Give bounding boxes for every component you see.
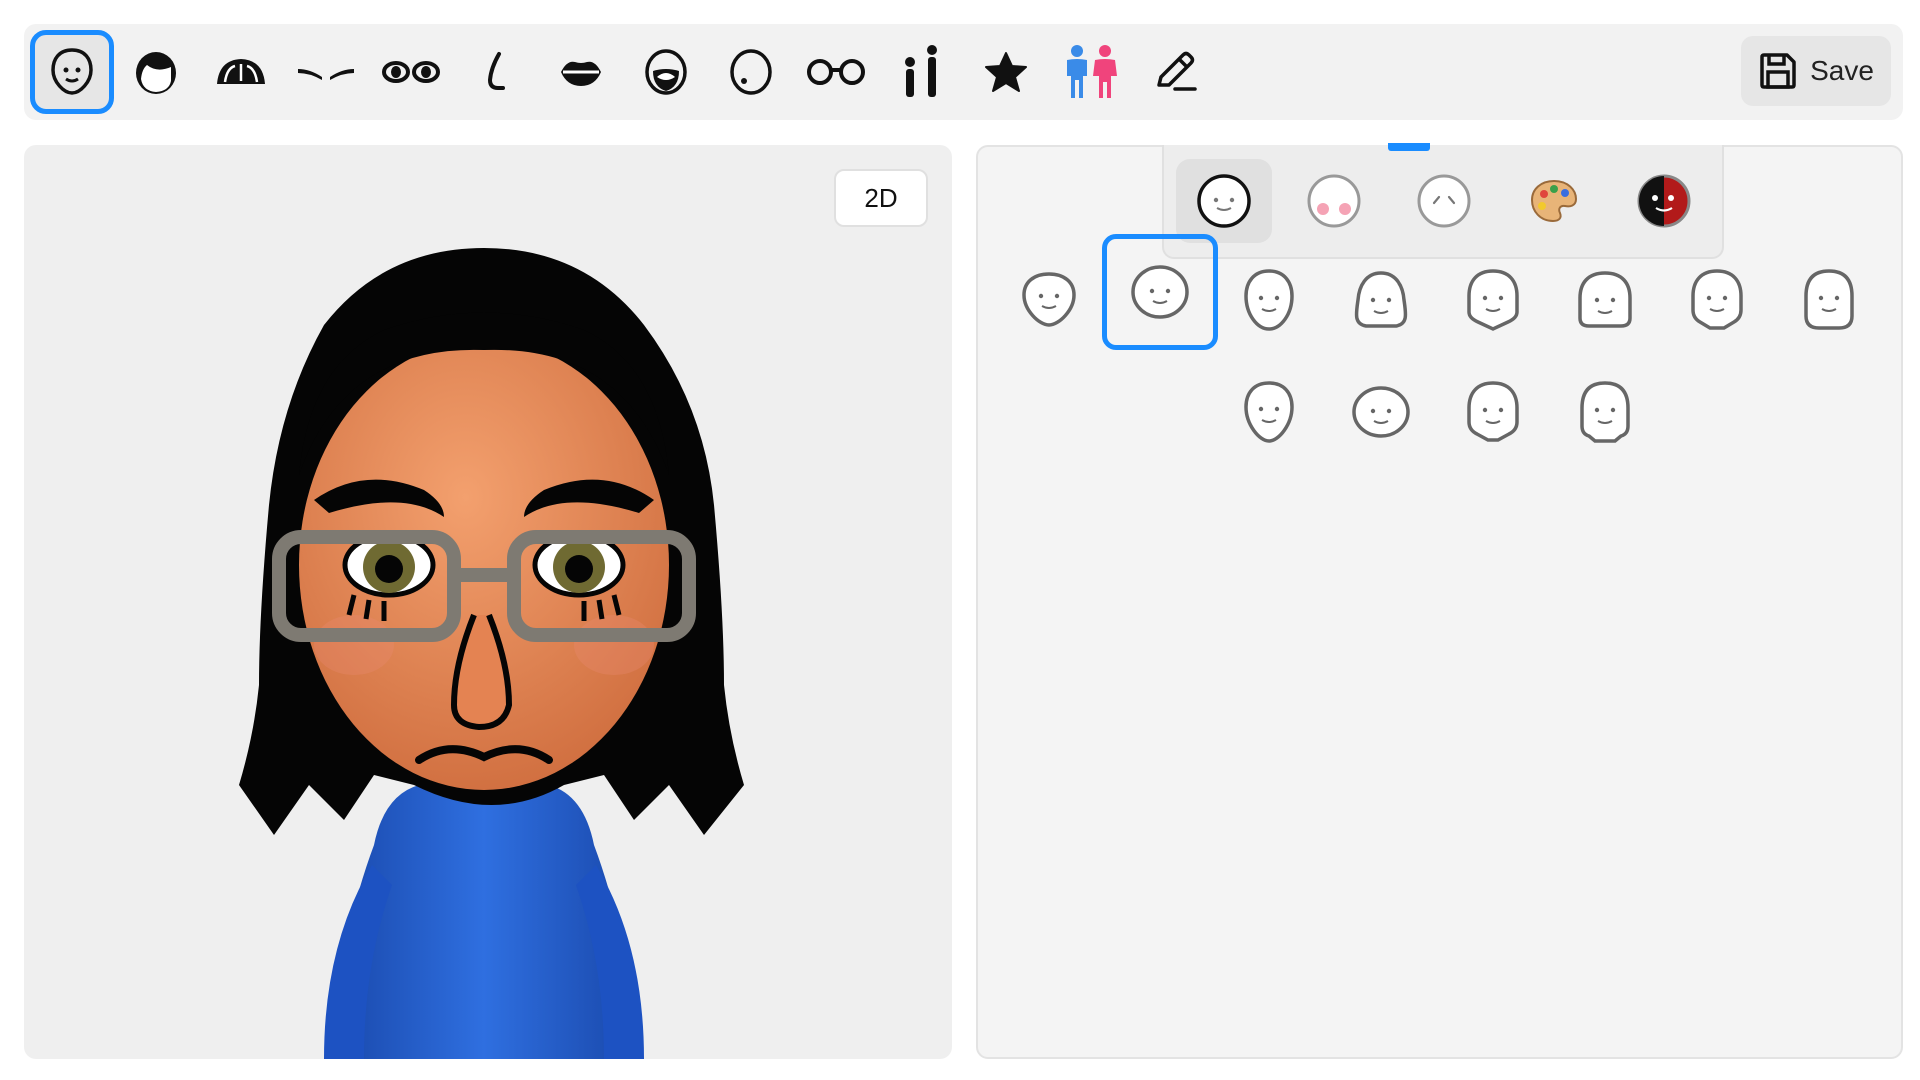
face-shape-option-11[interactable] [1438,357,1548,467]
face-shape-icon [51,48,93,95]
eyes-category-button[interactable] [369,30,453,114]
save-label: Save [1810,55,1874,86]
face-shape-5-icon [1467,269,1519,331]
face-shape-option-8[interactable] [1774,245,1884,355]
face-shape-7-icon [1691,269,1743,330]
face-shape-10-icon [1352,386,1410,438]
height-weight-category-button[interactable] [879,30,963,114]
face-shape-12-icon [1580,381,1630,443]
face-shape-subtab[interactable] [1176,159,1272,243]
hat-icon [217,59,265,84]
eyebrows-category-button[interactable] [284,30,368,114]
face-shape-1-icon [1022,272,1076,327]
face-shape-option-4[interactable] [1326,245,1436,355]
eyebrows-icon [298,69,354,80]
skin-color-subtab[interactable] [1506,159,1602,243]
face-shape-subtab-icon [1197,174,1251,228]
favorite-star-icon [985,52,1027,92]
face-shape-option-12[interactable] [1550,357,1660,467]
mii-body [324,785,644,1059]
face-shape-2-icon [1131,265,1189,319]
face-shape-option-10[interactable] [1326,357,1436,467]
mole-icon [730,49,772,95]
face-shape-option-7[interactable] [1662,245,1772,355]
face-shape-option-6[interactable] [1550,245,1660,355]
face-shape-option-1[interactable] [994,245,1104,355]
face-shape-option-5[interactable] [1438,245,1548,355]
height-icon [905,45,937,97]
options-panel [976,143,1903,1059]
gender-category-button[interactable] [1049,30,1133,114]
face-shape-category-button[interactable] [30,30,114,114]
eyes-icon [382,61,440,83]
glasses-category-button[interactable] [794,30,878,114]
face-shape-option-3[interactable] [1214,245,1324,355]
makeup-subtab[interactable] [1286,159,1382,243]
hat-category-button[interactable] [199,30,283,114]
face-shape-11-icon [1467,381,1519,442]
face-shape-9-icon [1244,381,1294,443]
mii-preview-panel: 2D [24,145,952,1059]
hair-icon [136,52,176,94]
save-button[interactable]: Save [1741,36,1891,106]
face-shape-4-icon [1354,271,1408,328]
makeup-icon [1307,174,1361,228]
wrinkles-subtab[interactable] [1396,159,1492,243]
wrinkles-icon [1417,174,1471,228]
gender-icon [1067,45,1117,98]
mouth-category-button[interactable] [539,30,623,114]
nose-icon [487,52,505,90]
face-shape-option-2[interactable] [1102,234,1218,350]
nose-category-button[interactable] [454,30,538,114]
face-shape-8-icon [1804,269,1854,330]
mouth-icon [561,61,601,86]
beard-category-button[interactable] [624,30,708,114]
favorite-category-button[interactable] [964,30,1048,114]
glasses-icon [807,59,865,85]
beard-icon [645,49,687,95]
face-shape-option-9[interactable] [1214,357,1324,467]
active-subtab-indicator [1388,143,1430,151]
face-color-subtab[interactable] [1616,159,1712,243]
edit-category-button[interactable] [1134,30,1218,114]
edit-pencil-icon [1157,51,1197,91]
face-color-icon [1637,174,1691,228]
palette-icon [1530,179,1578,223]
category-toolbar: Save [24,24,1903,120]
mole-category-button[interactable] [709,30,793,114]
floppy-disk-icon [1760,53,1796,89]
mii-avatar[interactable] [24,145,952,1059]
subtab-bar [1162,143,1724,259]
hair-category-button[interactable] [114,30,198,114]
face-shape-6-icon [1578,271,1632,328]
face-shape-3-icon [1244,269,1294,331]
